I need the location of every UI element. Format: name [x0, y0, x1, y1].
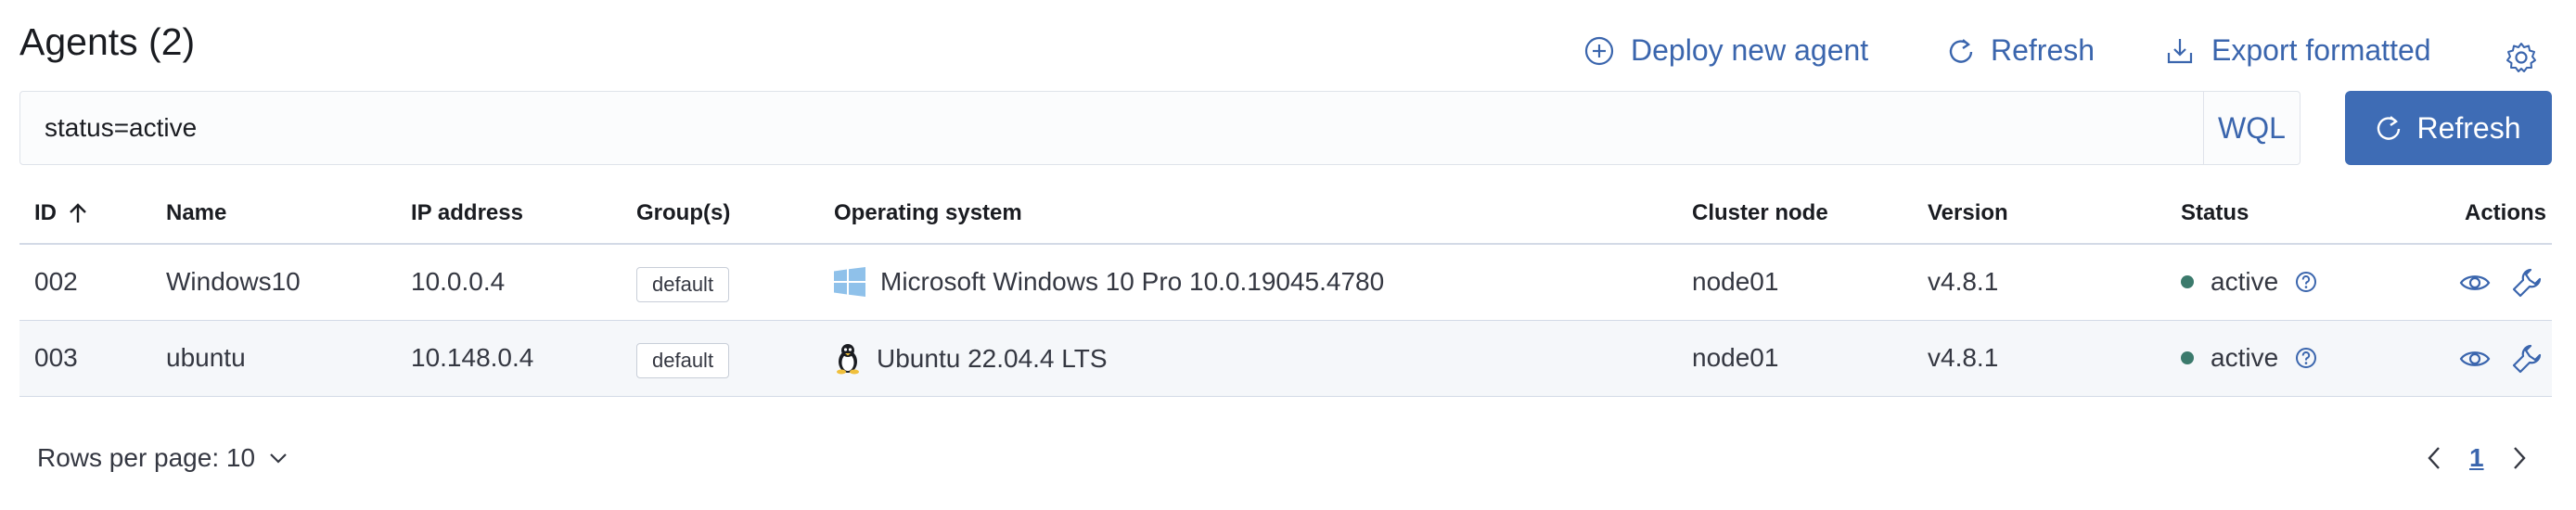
agent-cluster-node: node01	[1692, 343, 1779, 372]
column-header-actions: Actions	[2465, 200, 2547, 225]
refresh-button[interactable]: Refresh	[2345, 91, 2552, 165]
column-header-name[interactable]: Name	[166, 200, 226, 226]
eye-icon[interactable]	[2459, 343, 2491, 375]
sort-ascending-icon	[70, 203, 86, 223]
row-actions	[2459, 343, 2543, 375]
export-formatted-label: Export formatted	[2211, 33, 2431, 67]
row-actions	[2459, 267, 2543, 299]
agent-name: Windows10	[166, 267, 301, 296]
chevron-down-icon	[270, 453, 287, 464]
status-dot	[2181, 275, 2194, 288]
column-header-os[interactable]: Operating system	[834, 200, 1022, 226]
group-badge[interactable]: default	[636, 343, 730, 378]
status-label: active	[2211, 267, 2279, 296]
refresh-button-label: Refresh	[2416, 110, 2521, 145]
settings-button[interactable]	[2505, 41, 2538, 79]
group-badge[interactable]: default	[636, 267, 730, 302]
table-row[interactable]: 002 Windows10 10.0.0.4 default Microsoft…	[19, 245, 2552, 321]
table-header: ID Name IP address Group(s) Operating sy…	[19, 185, 2552, 245]
agent-os-label: Microsoft Windows 10 Pro 10.0.19045.4780	[880, 267, 1385, 296]
gear-icon	[2506, 43, 2536, 72]
rows-per-page-selector[interactable]: Rows per page: 10	[37, 443, 288, 473]
chevron-left-icon[interactable]	[2427, 446, 2441, 470]
export-formatted-button[interactable]: Export formatted	[2165, 33, 2431, 68]
page-title: Agents (2)	[19, 20, 196, 63]
agent-version: v4.8.1	[1928, 343, 1999, 372]
chevron-right-icon[interactable]	[2512, 446, 2527, 470]
column-header-version[interactable]: Version	[1928, 200, 2008, 226]
deploy-new-agent-label: Deploy new agent	[1631, 33, 1869, 67]
status-dot	[2181, 351, 2194, 364]
agent-status: active	[2181, 267, 2317, 297]
column-header-status[interactable]: Status	[2181, 200, 2249, 226]
wrench-icon[interactable]	[2511, 343, 2543, 375]
refresh-link[interactable]: Refresh	[1948, 33, 2095, 68]
agent-ip: 10.0.0.4	[411, 267, 506, 296]
agent-os-label: Ubuntu 22.04.4 LTS	[877, 344, 1108, 373]
column-header-ip[interactable]: IP address	[411, 200, 523, 226]
search-input[interactable]	[20, 92, 2203, 164]
agent-version: v4.8.1	[1928, 267, 1999, 296]
refresh-icon	[1949, 38, 1973, 63]
plus-circle-icon	[1584, 36, 1614, 65]
agents-table: ID Name IP address Group(s) Operating sy…	[19, 185, 2552, 397]
agent-id: 003	[34, 343, 78, 372]
agent-name: ubuntu	[166, 343, 246, 372]
agent-status: active	[2181, 343, 2317, 373]
help-icon[interactable]	[2295, 271, 2317, 293]
agent-os: Microsoft Windows 10 Pro 10.0.19045.4780	[834, 267, 1384, 297]
windows-icon	[834, 267, 865, 297]
column-header-groups[interactable]: Group(s)	[636, 200, 730, 226]
pagination: 1	[2427, 443, 2527, 473]
column-header-id-label: ID	[34, 200, 57, 225]
column-header-cluster-node[interactable]: Cluster node	[1692, 200, 1828, 226]
eye-icon[interactable]	[2459, 267, 2491, 299]
deploy-new-agent-button[interactable]: Deploy new agent	[1584, 33, 1868, 68]
page-number[interactable]: 1	[2469, 443, 2484, 473]
download-icon	[2167, 38, 2193, 63]
refresh-link-label: Refresh	[1991, 33, 2095, 67]
agent-ip: 10.148.0.4	[411, 343, 534, 372]
query-language-toggle[interactable]: WQL	[2203, 92, 2300, 164]
agent-id: 002	[34, 267, 78, 296]
agent-cluster-node: node01	[1692, 267, 1779, 296]
agent-os: Ubuntu 22.04.4 LTS	[834, 343, 1108, 375]
column-header-id[interactable]: ID	[34, 200, 88, 226]
wrench-icon[interactable]	[2511, 267, 2543, 299]
status-label: active	[2211, 343, 2279, 372]
refresh-icon	[2377, 116, 2401, 140]
help-icon[interactable]	[2295, 347, 2317, 369]
rows-per-page-label: Rows per page: 10	[37, 443, 256, 472]
search-bar: WQL	[19, 91, 2300, 165]
table-row[interactable]: 003 ubuntu 10.148.0.4 default Ubuntu 22.…	[19, 321, 2552, 397]
linux-icon	[837, 344, 859, 375]
